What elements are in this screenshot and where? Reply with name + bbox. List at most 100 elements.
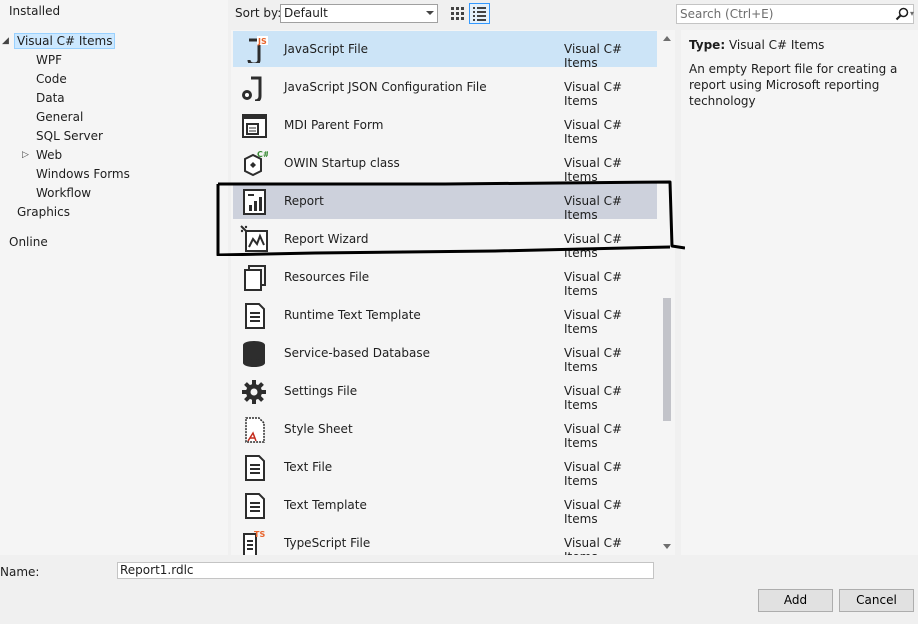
template-item[interactable]: Runtime Text Template Visual C# Items bbox=[233, 297, 657, 336]
template-item[interactable]: Text File Visual C# Items bbox=[233, 449, 657, 488]
search-input[interactable]: Search (Ctrl+E) ▾ bbox=[676, 4, 914, 24]
mdi-form-icon bbox=[242, 114, 267, 138]
type-value: Visual C# Items bbox=[728, 38, 825, 52]
template-item[interactable]: Resources File Visual C# Items bbox=[233, 259, 657, 298]
tree-online-label: Online bbox=[9, 235, 48, 249]
resources-file-icon bbox=[244, 265, 266, 291]
svg-text:TS: TS bbox=[254, 530, 265, 539]
template-item[interactable]: Report Wizard Visual C# Items bbox=[233, 221, 657, 260]
report-icon bbox=[243, 189, 266, 215]
template-item-category: Visual C# Items bbox=[564, 460, 623, 488]
template-item[interactable]: MDI Parent Form Visual C# Items bbox=[233, 107, 657, 146]
scroll-down-arrow-icon[interactable] bbox=[663, 544, 671, 549]
list-scrollbar[interactable] bbox=[659, 30, 675, 555]
scroll-up-arrow-icon[interactable] bbox=[663, 36, 671, 41]
tree-installed-label: Installed bbox=[9, 4, 61, 18]
search-icon[interactable] bbox=[895, 7, 909, 21]
owin-class-icon: C# bbox=[244, 150, 268, 177]
template-item-name: Report Wizard bbox=[284, 232, 369, 246]
tree-item-label: Workflow bbox=[36, 186, 92, 200]
template-item[interactable]: JS JavaScript File Visual C# Items bbox=[233, 31, 657, 70]
template-item-name: Resources File bbox=[284, 270, 370, 284]
template-item-category: Visual C# Items bbox=[564, 346, 623, 374]
tree-item-label: WPF bbox=[36, 53, 63, 67]
type-line: Type: Visual C# Items bbox=[689, 38, 824, 52]
template-item-name: TypeScript File bbox=[284, 536, 371, 550]
tree-item-wpf[interactable]: WPF bbox=[36, 51, 62, 70]
template-item-category: Visual C# Items bbox=[564, 232, 623, 260]
tree-item-windows-forms[interactable]: Windows Forms bbox=[36, 165, 130, 184]
template-item-name: MDI Parent Form bbox=[284, 118, 384, 132]
report-wizard-icon bbox=[240, 225, 268, 252]
search-options-chevron-icon[interactable]: ▾ bbox=[910, 5, 914, 23]
template-item[interactable]: TS TypeScript File Visual C# Items bbox=[233, 525, 657, 555]
template-item-name: JavaScript File bbox=[284, 42, 369, 56]
grid-view-icon bbox=[451, 7, 464, 20]
template-item[interactable]: JavaScript JSON Configuration File Visual… bbox=[233, 69, 657, 108]
gear-icon bbox=[242, 380, 266, 404]
tree-item-label: General bbox=[36, 110, 84, 124]
template-item-name: Settings File bbox=[284, 384, 358, 398]
template-item-category: Visual C# Items bbox=[564, 194, 623, 222]
database-icon bbox=[243, 341, 265, 367]
grid-view-button[interactable] bbox=[447, 3, 468, 24]
template-item-category: Visual C# Items bbox=[564, 308, 623, 336]
template-item-name: JavaScript JSON Configuration File bbox=[284, 80, 487, 94]
tree-visual-csharp-label: Visual C# Items bbox=[14, 33, 116, 49]
tree-item-label: Code bbox=[36, 72, 67, 86]
tree-item-label: SQL Server bbox=[36, 129, 103, 143]
template-item[interactable]: Report Visual C# Items bbox=[233, 183, 657, 222]
collapsed-arrow-icon[interactable]: ▷ bbox=[22, 146, 29, 165]
template-item[interactable]: Style Sheet Visual C# Items bbox=[233, 411, 657, 450]
details-pane: Type: Visual C# Items An empty Report fi… bbox=[681, 30, 918, 555]
svg-text:JS: JS bbox=[257, 37, 267, 46]
template-item-name: Report bbox=[284, 194, 324, 208]
type-label: Type: bbox=[689, 38, 726, 52]
sort-by-dropdown[interactable]: Default bbox=[280, 4, 438, 23]
expand-arrow-icon[interactable]: ◢ bbox=[2, 32, 9, 51]
name-field[interactable]: Report1.rdlc bbox=[117, 562, 654, 579]
javascript-file-icon: JS bbox=[247, 36, 268, 63]
cancel-button[interactable]: Cancel bbox=[839, 589, 914, 612]
tree-item-general[interactable]: General bbox=[36, 108, 83, 127]
sort-by-label: Sort by: bbox=[235, 6, 282, 20]
template-item[interactable]: Text Template Visual C# Items bbox=[233, 487, 657, 526]
tree-item-graphics[interactable]: Graphics bbox=[17, 203, 70, 222]
text-template-icon bbox=[245, 493, 265, 519]
template-item-name: Style Sheet bbox=[284, 422, 353, 436]
text-template-icon bbox=[245, 303, 265, 329]
tree-item-workflow[interactable]: Workflow bbox=[36, 184, 91, 203]
scroll-thumb[interactable] bbox=[663, 298, 671, 421]
tree-item-sql-server[interactable]: SQL Server bbox=[36, 127, 103, 146]
add-button[interactable]: Add bbox=[758, 589, 833, 612]
template-item-category: Visual C# Items bbox=[564, 156, 623, 184]
template-item-name: Service-based Database bbox=[284, 346, 430, 360]
tree-item-label: Web bbox=[36, 148, 63, 162]
tree-item-web[interactable]: ▷ Web bbox=[22, 146, 62, 165]
template-item-category: Visual C# Items bbox=[564, 80, 623, 108]
tree-item-label: Windows Forms bbox=[36, 167, 130, 181]
style-sheet-icon bbox=[245, 417, 265, 443]
template-item-category: Visual C# Items bbox=[564, 536, 623, 555]
template-item[interactable]: Settings File Visual C# Items bbox=[233, 373, 657, 412]
tree-item-code[interactable]: Code bbox=[36, 70, 67, 89]
tree-visual-csharp-items[interactable]: ◢ Visual C# Items bbox=[2, 32, 116, 51]
template-item-category: Visual C# Items bbox=[564, 384, 623, 412]
category-tree: Installed ◢ Visual C# Items WPF Code Dat… bbox=[0, 0, 228, 555]
template-item-category: Visual C# Items bbox=[564, 270, 623, 298]
tree-online[interactable]: Online bbox=[9, 233, 48, 252]
list-view-button[interactable] bbox=[469, 3, 490, 24]
tree-installed[interactable]: Installed bbox=[2, 2, 60, 21]
template-item[interactable]: Service-based Database Visual C# Items bbox=[233, 335, 657, 374]
svg-text:C#: C# bbox=[257, 150, 268, 159]
tree-item-label: Data bbox=[36, 91, 65, 105]
template-item-category: Visual C# Items bbox=[564, 422, 623, 450]
json-config-icon bbox=[242, 76, 262, 101]
tree-item-data[interactable]: Data bbox=[36, 89, 65, 108]
sort-by-value: Default bbox=[284, 6, 328, 20]
typescript-file-icon: TS bbox=[243, 530, 265, 555]
name-label: Name: bbox=[0, 565, 40, 579]
template-item[interactable]: C# OWIN Startup class Visual C# Items bbox=[233, 145, 657, 184]
template-item-category: Visual C# Items bbox=[564, 42, 623, 70]
template-list: JS JavaScript File Visual C# Items JavaScri… bbox=[231, 30, 675, 555]
